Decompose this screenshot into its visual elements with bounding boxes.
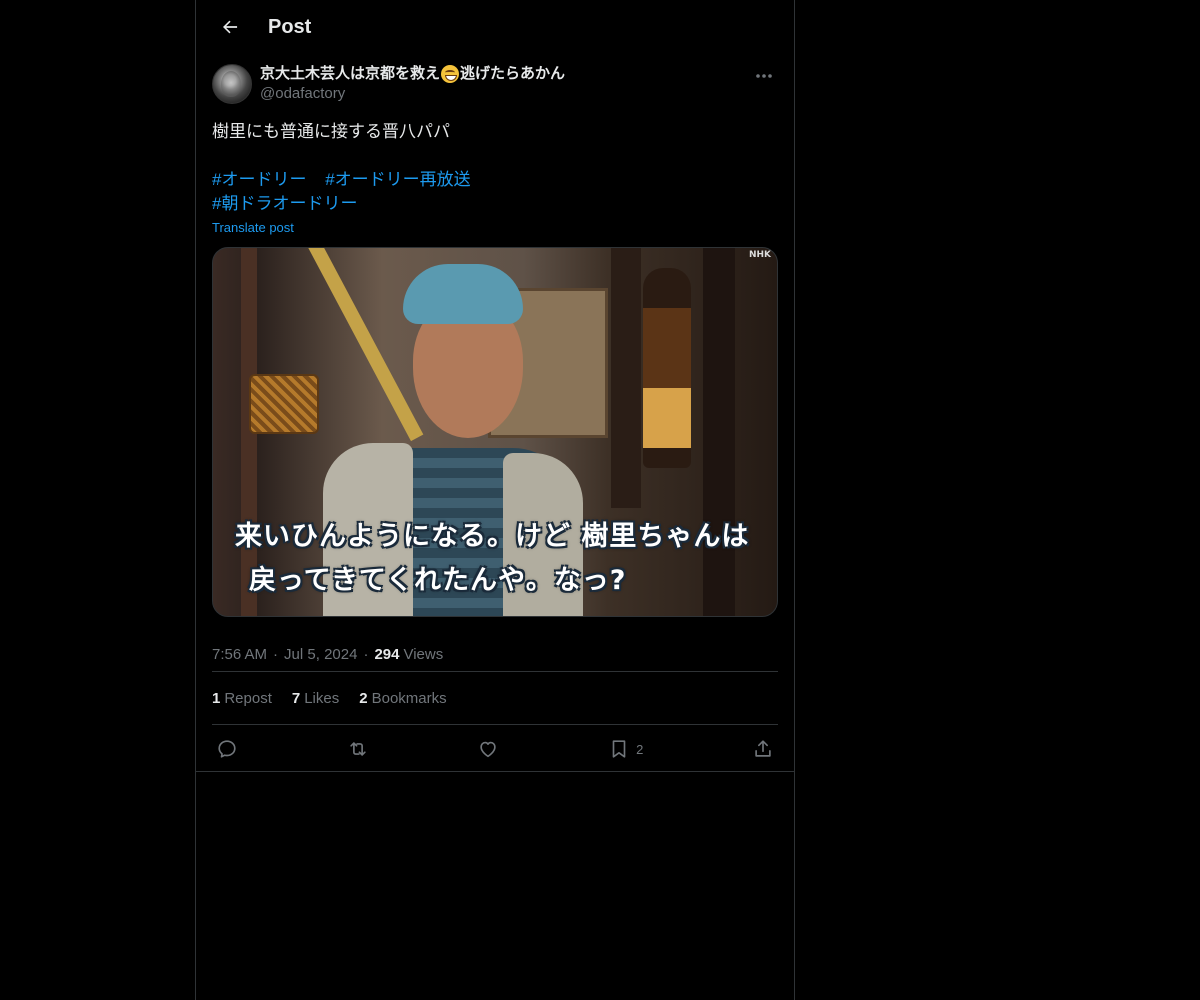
author-names: 京大土木芸人は京都を救え 逃げたらあかん @odafactory	[260, 64, 565, 104]
tweet-bottom-border	[196, 771, 794, 772]
views-count: 294	[374, 645, 400, 663]
image-scene-part	[403, 264, 523, 324]
likes-count: 7	[291, 689, 301, 707]
likes-stat[interactable]: 7 Likes	[292, 690, 339, 707]
repost-icon	[349, 742, 366, 756]
post-time[interactable]: 7:56 AM	[212, 646, 267, 663]
hashtag-list: #オードリー #オードリー再放送 #朝ドラオードリー	[212, 168, 778, 216]
image-subtitle-line-2: 戻ってきてくれたんや。なっ?	[249, 565, 627, 596]
author-handle[interactable]: @odafactory	[260, 84, 565, 104]
share-button[interactable]	[752, 738, 774, 760]
display-name-text-pre: 京大土木芸人は京都を救え	[260, 65, 441, 82]
page-header: Post	[196, 0, 794, 54]
more-options-button[interactable]	[750, 66, 778, 86]
more-dots-icon	[756, 74, 772, 78]
reposts-count: 1	[212, 689, 221, 707]
post-image[interactable]: NHK 来いひんようになる。けど 樹里ちゃんは 戻ってきてくれたんや。なっ?	[212, 247, 778, 617]
share-icon	[755, 740, 771, 757]
hashtag-link[interactable]: #オードリー	[212, 170, 306, 189]
image-scene-part	[703, 248, 735, 616]
bookmarks-stat[interactable]: 2 Bookmarks	[359, 690, 446, 707]
page-title: Post	[268, 15, 312, 38]
avatar[interactable]	[212, 64, 252, 104]
post-stats: 1 Repost 7 Likes 2 Bookmarks	[212, 672, 778, 724]
bookmark-icon	[612, 740, 626, 758]
image-scene-part	[611, 248, 641, 508]
image-scene-part	[249, 374, 319, 434]
bookmark-button[interactable]: 2	[608, 738, 643, 760]
bookmarks-label: Bookmarks	[371, 689, 447, 707]
grinning-sweat-emoji-icon	[441, 65, 460, 83]
reply-button[interactable]	[216, 738, 238, 760]
action-bar: 2	[212, 725, 778, 773]
bookmark-count: 2	[636, 741, 644, 757]
image-scene-part	[643, 268, 691, 468]
back-arrow-icon	[223, 20, 238, 34]
image-subtitle-line-1: 来いひんようになる。けど 樹里ちゃんは	[235, 521, 750, 552]
hashtag-link[interactable]: #オードリー再放送	[325, 170, 470, 189]
post-meta: 7:56 AM · Jul 5, 2024 · 294 Views	[212, 637, 778, 671]
likes-label: Likes	[304, 689, 340, 707]
views-label: Views	[403, 645, 444, 663]
reply-icon	[218, 740, 236, 758]
post-text: 樹里にも普通に接する晋八パパ	[212, 122, 450, 141]
like-button[interactable]	[477, 738, 499, 760]
bookmarks-count: 2	[359, 689, 368, 707]
separator-dot: ·	[363, 645, 369, 663]
image-scene-part	[303, 248, 424, 442]
main-column: Post 京大土木芸人は京都を救え 逃げたらあかん @odafactory 樹里…	[195, 0, 795, 1000]
heart-icon	[480, 741, 497, 758]
translate-post-link[interactable]: Translate post	[212, 220, 294, 235]
broadcaster-watermark: NHK	[748, 250, 771, 260]
hashtag-link[interactable]: #朝ドラオードリー	[212, 194, 357, 213]
repost-button[interactable]	[347, 738, 369, 760]
reposts-stat[interactable]: 1 Repost	[212, 690, 272, 707]
author-row: 京大土木芸人は京都を救え 逃げたらあかん @odafactory	[212, 64, 778, 108]
back-button[interactable]	[212, 9, 248, 45]
separator-dot: ·	[273, 645, 279, 663]
reposts-label: Repost	[224, 689, 272, 707]
post-date[interactable]: Jul 5, 2024	[284, 646, 357, 663]
display-name[interactable]: 京大土木芸人は京都を救え 逃げたらあかん	[260, 64, 565, 84]
tweet: 京大土木芸人は京都を救え 逃げたらあかん @odafactory 樹里にも普通に…	[196, 64, 794, 773]
display-name-text-post: 逃げたらあかん	[460, 65, 566, 82]
